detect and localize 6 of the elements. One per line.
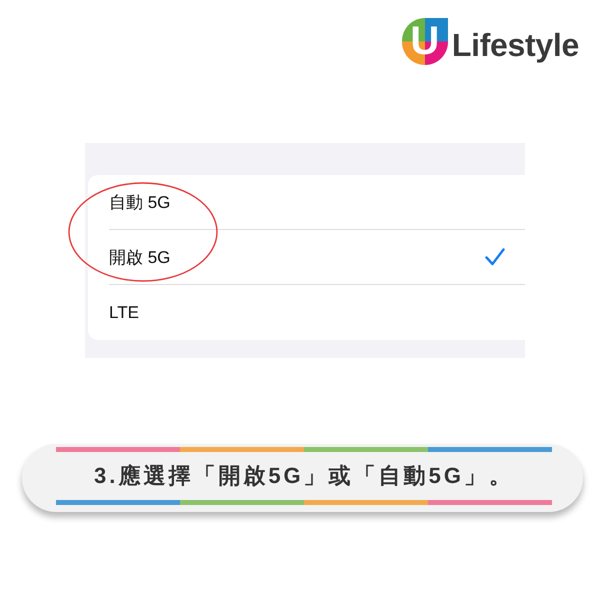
logo-text: Lifestyle bbox=[452, 26, 579, 64]
caption-text: 3.應選擇「開啟5G」或「自動5G」。 bbox=[94, 462, 514, 490]
logo-mark: U bbox=[402, 18, 448, 64]
option-label[interactable]: 自動 5G bbox=[109, 190, 170, 214]
option-label[interactable]: 開啟 5G bbox=[109, 246, 170, 268]
option-label[interactable]: LTE bbox=[109, 302, 139, 322]
